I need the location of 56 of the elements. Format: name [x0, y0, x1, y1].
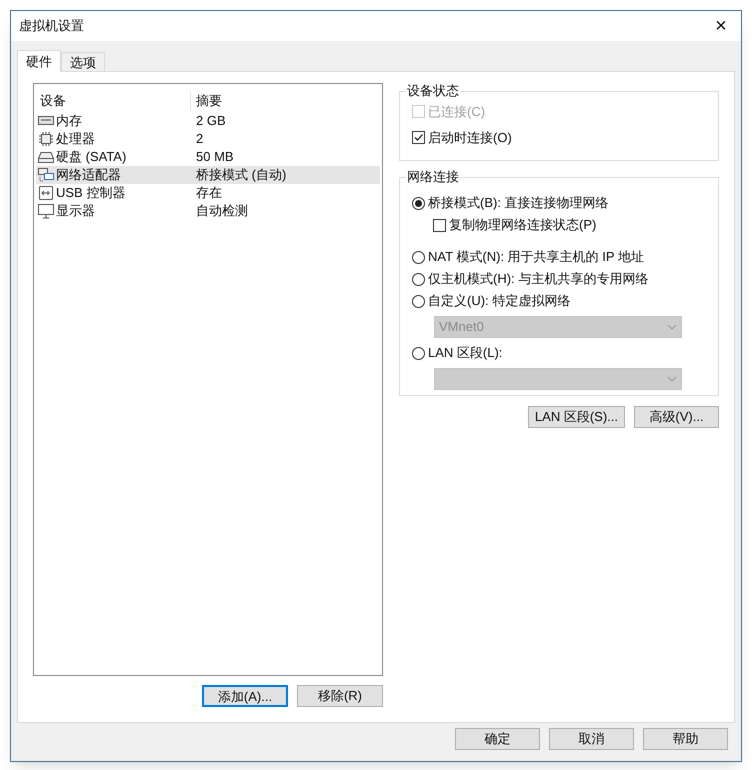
radio-label: 自定义(U): 特定虚拟网络 — [428, 292, 570, 310]
column-header[interactable]: 设备 — [36, 91, 191, 111]
checkbox[interactable] — [433, 218, 446, 232]
usb-icon — [38, 185, 54, 201]
chevron-down-icon — [667, 324, 677, 330]
radio-button[interactable] — [412, 250, 425, 264]
device-name: USB 控制器 — [56, 184, 126, 202]
dropdown-value: VMnet0 — [439, 318, 484, 336]
dialog-button[interactable]: 取消 — [549, 728, 634, 750]
network-icon — [38, 167, 54, 183]
device-row[interactable]: USB 控制器 存在 — [36, 184, 380, 202]
device-summary: 存在 — [195, 184, 222, 202]
device-summary: 2 — [195, 130, 204, 148]
group-title: 设备状态 — [406, 83, 460, 99]
checkbox-label: 已连接(C) — [428, 103, 486, 121]
column-header[interactable]: 摘要 — [191, 91, 222, 111]
close-button[interactable]: × — [701, 11, 741, 41]
device-row[interactable]: 显示器 自动检测 — [36, 202, 380, 220]
device-row[interactable]: 硬盘 (SATA) 50 MB — [36, 148, 380, 166]
tab[interactable]: 硬件 — [17, 50, 61, 72]
radio-label: 仅主机模式(H): 与主机共享的专用网络 — [428, 270, 648, 288]
radio-button[interactable] — [412, 346, 425, 360]
device-row[interactable]: 处理器 2 — [36, 130, 380, 148]
device-name: 显示器 — [56, 202, 95, 220]
device-summary: 桥接模式 (自动) — [195, 166, 286, 184]
device-row[interactable]: 内存 2 GB — [36, 112, 380, 130]
device-name: 处理器 — [56, 130, 95, 148]
device-summary: 2 GB — [195, 112, 226, 130]
chip-icon — [38, 131, 54, 147]
list-button[interactable]: 移除(R) — [297, 685, 383, 707]
device-row[interactable]: 网络适配器 桥接模式 (自动) — [36, 166, 380, 184]
group-title: 网络连接 — [406, 169, 460, 185]
device-name: 网络适配器 — [56, 166, 121, 184]
checkbox-label: 复制物理网络连接状态(P) — [449, 216, 596, 234]
window-title: 虚拟机设置 — [19, 17, 84, 36]
list-button[interactable]: 添加(A)... — [202, 685, 288, 707]
radio-label: 桥接模式(B): 直接连接物理网络 — [428, 194, 609, 212]
radio-button[interactable] — [412, 196, 425, 210]
radio-button[interactable] — [412, 294, 425, 308]
dialog-button[interactable]: 确定 — [455, 728, 540, 750]
checkbox[interactable] — [412, 130, 425, 144]
dialog-button[interactable]: 帮助 — [643, 728, 728, 750]
chevron-down-icon — [667, 376, 677, 382]
monitor-icon — [38, 204, 54, 218]
radio-label: NAT 模式(N): 用于共享主机的 IP 地址 — [428, 248, 644, 266]
network-button[interactable]: 高级(V)... — [634, 406, 719, 428]
checkbox-label: 启动时连接(O) — [428, 128, 512, 147]
radio-button[interactable] — [412, 272, 425, 286]
device-summary: 50 MB — [195, 148, 234, 166]
tab[interactable]: 选项 — [61, 52, 105, 71]
device-name: 内存 — [56, 112, 82, 130]
radio-label: LAN 区段(L): — [428, 344, 502, 362]
network-button[interactable]: LAN 区段(S)... — [528, 406, 625, 428]
device-summary: 自动检测 — [195, 202, 248, 220]
device-name: 硬盘 (SATA) — [56, 148, 126, 166]
memory-icon — [38, 115, 54, 127]
